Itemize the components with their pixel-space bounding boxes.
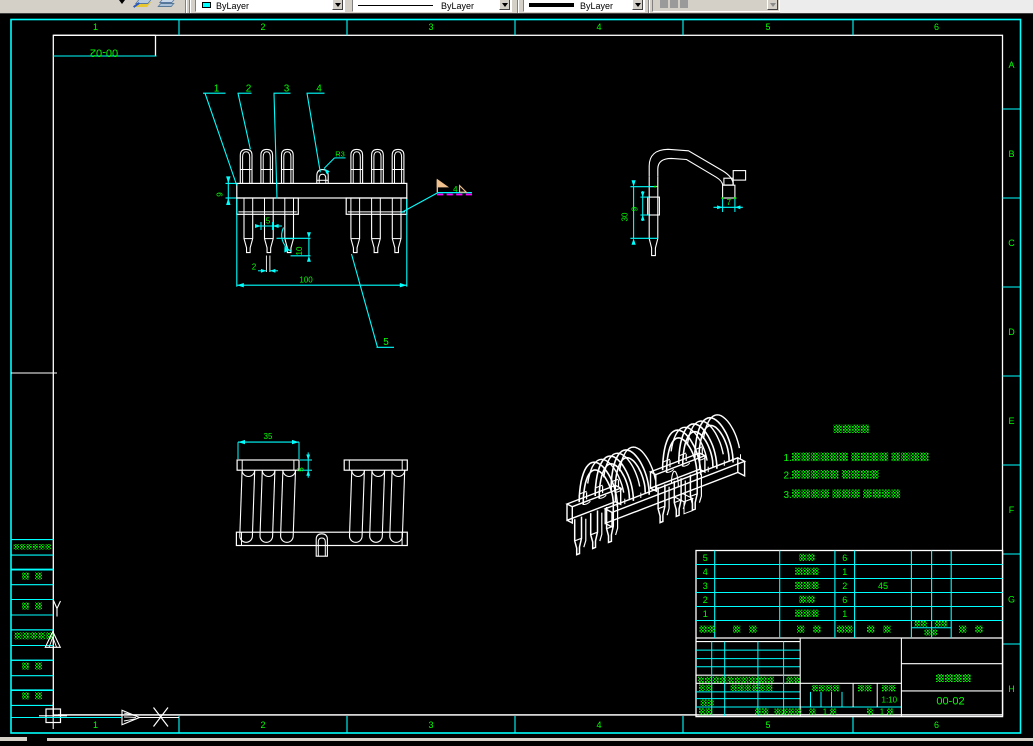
- svg-text:4: 4: [596, 720, 601, 730]
- svg-text:A: A: [1008, 60, 1014, 70]
- svg-text:30: 30: [621, 212, 630, 221]
- svg-text:B: B: [1008, 149, 1014, 159]
- svg-text:00-02: 00-02: [90, 47, 118, 59]
- svg-text:6: 6: [934, 22, 939, 32]
- svg-text:00-02: 00-02: [936, 696, 964, 708]
- svg-text:6: 6: [842, 553, 847, 563]
- svg-text:5: 5: [296, 467, 305, 472]
- svg-text:4: 4: [703, 567, 708, 577]
- svg-text:35: 35: [264, 432, 273, 441]
- svg-text:4: 4: [453, 185, 458, 194]
- svg-text:5: 5: [383, 337, 389, 348]
- svg-text:1: 1: [880, 708, 885, 717]
- svg-text:6: 6: [842, 595, 847, 605]
- svg-text:1: 1: [93, 22, 98, 32]
- svg-text:C: C: [1008, 238, 1015, 248]
- svg-text:E: E: [1008, 416, 1014, 426]
- svg-text:G: G: [1008, 595, 1015, 605]
- svg-text:5: 5: [266, 217, 271, 226]
- svg-text:2: 2: [703, 595, 708, 605]
- svg-text:1: 1: [842, 567, 847, 577]
- svg-text:1: 1: [842, 609, 847, 619]
- svg-text:1.: 1.: [784, 453, 792, 464]
- svg-text:9: 9: [216, 192, 225, 197]
- svg-text:2: 2: [260, 720, 265, 730]
- svg-text:9: 9: [630, 206, 639, 211]
- svg-text:2: 2: [842, 581, 847, 591]
- svg-text:F: F: [1009, 505, 1015, 515]
- svg-text:10: 10: [295, 246, 304, 255]
- svg-text:5: 5: [765, 720, 770, 730]
- svg-text:45: 45: [878, 581, 888, 591]
- svg-text:100: 100: [299, 276, 313, 285]
- svg-text:4: 4: [596, 22, 601, 32]
- svg-text:D: D: [1008, 327, 1015, 337]
- svg-text:R3: R3: [335, 150, 345, 159]
- svg-text:2.: 2.: [784, 471, 792, 482]
- svg-text:3: 3: [703, 581, 708, 591]
- svg-text:1: 1: [703, 609, 708, 619]
- svg-text:6: 6: [934, 720, 939, 730]
- svg-text:7: 7: [727, 198, 732, 207]
- svg-text:5: 5: [703, 553, 708, 563]
- svg-text:1:10: 1:10: [882, 696, 898, 705]
- svg-text:3.: 3.: [784, 490, 792, 501]
- svg-text:3: 3: [428, 720, 433, 730]
- svg-text:3: 3: [428, 22, 433, 32]
- svg-text:5: 5: [765, 22, 770, 32]
- svg-text:2: 2: [260, 22, 265, 32]
- svg-text:1: 1: [823, 708, 828, 717]
- svg-text:1: 1: [93, 720, 98, 730]
- svg-text:H: H: [1008, 684, 1015, 694]
- svg-text:2: 2: [252, 263, 257, 272]
